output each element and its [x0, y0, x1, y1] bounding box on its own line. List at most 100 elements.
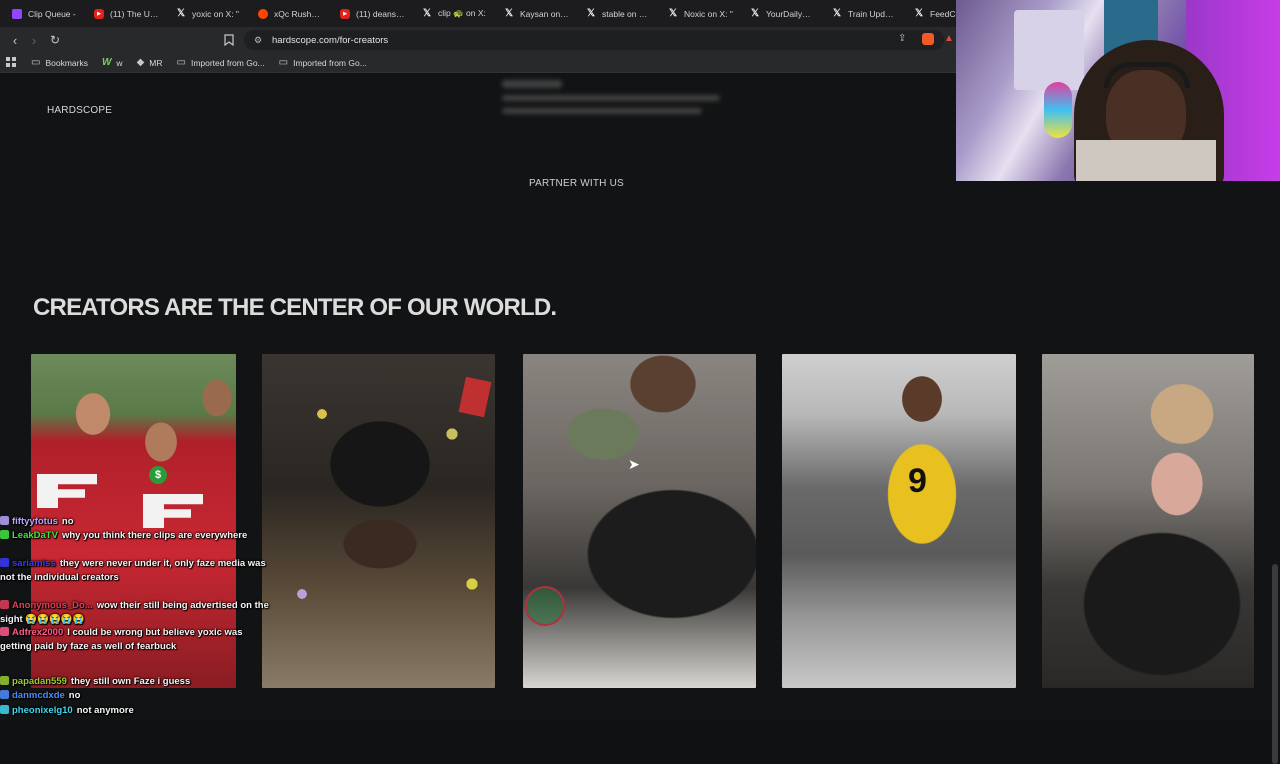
bookmark-item[interactable]: Ww [102, 57, 123, 68]
wall-decor [1014, 10, 1084, 90]
w-icon: W [101, 57, 112, 68]
site-info-icon[interactable]: ⚙ [254, 35, 266, 46]
forward-arrow-icon[interactable]: › [24, 30, 44, 50]
chat-badge-icon [0, 676, 9, 685]
bookmark-label: w [116, 57, 123, 68]
url-bar[interactable]: ⚙ hardscope.com/for-creators [244, 30, 944, 50]
address-toolbar: ‹ › ↻ ⚙ hardscope.com/for-creators ⇪ ▲ [0, 27, 960, 53]
browser-tab[interactable]: 𝕏yoxic on X: " [168, 0, 250, 27]
tab-title: (11) deansocc [356, 8, 406, 19]
tab-title: Clip Queue - [28, 8, 76, 19]
url-text: hardscope.com/for-creators [272, 34, 389, 46]
bookmark-item[interactable]: ▭ Imported from Go... [279, 57, 367, 68]
chat-username: Adfrex2000 [12, 627, 64, 638]
x-icon: 𝕏 [668, 8, 678, 19]
x-icon: 𝕏 [504, 8, 514, 19]
chat-message: danmcdxde no [0, 689, 270, 703]
chat-username: pheonixelg10 [12, 705, 73, 716]
tab-title: yoxic on X: " [192, 8, 239, 19]
share-icon[interactable]: ⇪ [898, 33, 906, 44]
creator-photo-lakers-jersey: 9 [782, 354, 1016, 688]
apps-grid-icon[interactable] [6, 57, 17, 68]
browser-tab[interactable]: 𝕏 Train Update: [824, 0, 906, 27]
bookmark-star-icon[interactable] [219, 30, 239, 50]
chat-badge-icon [0, 690, 9, 699]
chat-username: LeakDaTV [12, 530, 58, 541]
chat-badge-icon [0, 530, 9, 539]
chat-badge-icon [0, 627, 9, 636]
chat-username: fiftyyfotus [12, 516, 58, 527]
browser-tab[interactable]: Clip Queue - [4, 0, 86, 27]
mr-icon: ◆ [136, 57, 145, 68]
chat-message: papadan559 they still own Faze i guess [0, 675, 270, 689]
tab-title: Noxic on X: " [684, 8, 733, 19]
x-icon: 𝕏 [176, 8, 186, 19]
mouse-cursor-icon: ➤ [628, 456, 640, 472]
blurred-nav-text [502, 80, 722, 126]
site-logo[interactable]: HARDSCOPE [47, 105, 112, 116]
bookmark-label: Imported from Go... [190, 57, 265, 68]
tab-title: stable on X: " [602, 8, 652, 19]
arcade-lamp [1044, 82, 1072, 138]
browser-tab[interactable]: 𝕏 Noxic on X: " [660, 0, 742, 27]
tab-title: Train Update: [848, 8, 898, 19]
chat-text: no [68, 690, 81, 701]
patch-logo-icon [525, 586, 565, 626]
tab-title: YourDailyPlug [766, 8, 816, 19]
bookmark-item[interactable]: ▭ Imported from Go... [177, 57, 265, 68]
streamer-webcam [956, 0, 1280, 181]
chat-text: why you think there clips are everywhere [61, 530, 248, 541]
browser-tab[interactable]: xQc Rushes O [250, 0, 332, 27]
headset-icon [1104, 62, 1190, 88]
tab-title: clip 🐢 on X: [438, 8, 486, 18]
chat-badge-icon [0, 600, 9, 609]
chat-badge-icon [0, 516, 9, 525]
chat-username: Anonymous_Do... [12, 600, 93, 611]
reload-icon[interactable]: ↻ [45, 30, 65, 50]
x-icon: 𝕏 [914, 8, 924, 19]
browser-tab[interactable]: 𝕏 YourDailyPlug [742, 0, 824, 27]
dollar-badge-icon: $ [149, 466, 167, 484]
bookmark-label: MR [149, 57, 163, 68]
creator-photo-screaming [1042, 354, 1254, 688]
browser-tab[interactable]: 𝕏clip 🐢 on X: [414, 0, 496, 27]
bookmark-item[interactable]: ◆ MR [137, 57, 163, 68]
chat-username: danmcdxde [12, 690, 65, 701]
twitch-icon [12, 8, 22, 19]
folder-icon: ▭ [278, 57, 289, 68]
bookmark-label: Bookmarks [45, 57, 88, 68]
brave-shield-icon[interactable] [922, 33, 934, 45]
chat-badge-icon [0, 558, 9, 567]
back-arrow-icon[interactable]: ‹ [5, 30, 25, 50]
youtube-icon: ▶ [94, 8, 104, 19]
x-icon: 𝕏 [750, 8, 760, 19]
chat-message: pheonixelg10 not anymore [0, 704, 270, 718]
chat-badge-icon [0, 705, 9, 714]
browser-tab[interactable]: ▶ (11) The Unto [86, 0, 168, 27]
chat-message: Adfrex2000 I could be wrong but believe y… [0, 626, 270, 654]
faze-logo-icon [37, 474, 97, 508]
chat-message: LeakDaTV why you think there clips are ev… [0, 529, 270, 543]
browser-tab[interactable]: 𝕏 Kaysan on X: [496, 0, 578, 27]
chat-message: Anonymous_Do... wow their still being adv… [0, 599, 270, 627]
folder-icon: ▭ [176, 57, 186, 68]
x-icon: 𝕏 [832, 8, 842, 19]
browser-tab[interactable]: 𝕏stable on X: " [578, 0, 660, 27]
creator-photo-confetti-celebration [262, 354, 495, 688]
red-shirt-shape [458, 376, 492, 418]
browser-tab[interactable]: ▶ (11) deansocc [332, 0, 414, 27]
tab-title: Kaysan on X: [520, 8, 570, 19]
jersey-number: 9 [908, 462, 927, 500]
chat-username: papadan559 [12, 676, 67, 687]
bookmark-icon: ▭ [31, 57, 41, 68]
bookmark-label: Imported from Go... [293, 57, 367, 68]
tab-title: xQc Rushes O [274, 8, 324, 19]
streamer-shirt [1076, 140, 1216, 181]
page-scrollbar[interactable] [1272, 564, 1278, 764]
brave-rewards-icon[interactable]: ▲ [944, 33, 954, 44]
partner-with-us-link[interactable]: PARTNER WITH US [529, 178, 624, 189]
chat-message: sariamiss they were never under it, only … [0, 557, 270, 585]
chat-message: fiftyyfotus no [0, 515, 270, 529]
chat-text: no [61, 516, 74, 527]
bookmark-item[interactable]: ▭ Bookmarks [31, 57, 88, 68]
